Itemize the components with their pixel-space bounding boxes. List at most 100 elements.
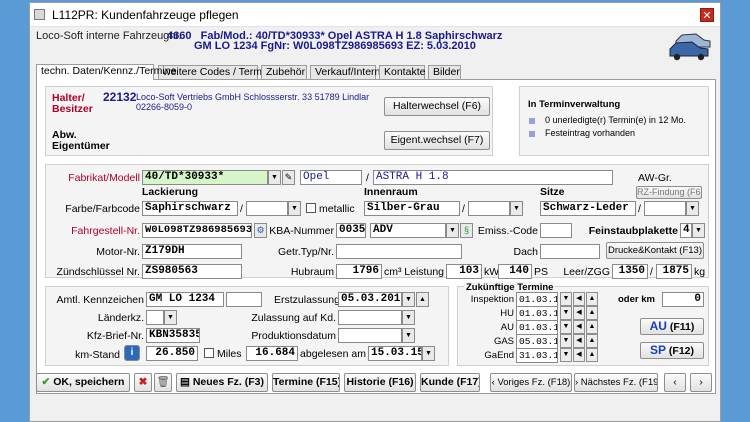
drucke-kontakt-button[interactable]: Drucke&Kontakt (F13) (606, 242, 704, 259)
erstzulassung-step-icon[interactable]: ▲ (416, 292, 429, 307)
kennzeichen-input[interactable]: GM LO 1234 (146, 292, 224, 307)
farbcode-input[interactable] (246, 201, 288, 216)
termin-date-hu[interactable]: 01.03.17 (516, 306, 558, 321)
termin-prev-icon[interactable]: ◀ (573, 320, 585, 334)
zul-kd-input[interactable] (338, 310, 402, 325)
owner-number[interactable]: 22132 (103, 90, 136, 104)
tab-bilder[interactable]: Bilder (428, 65, 461, 80)
sp-button[interactable]: SP (F12) (640, 342, 704, 359)
termin-up-icon[interactable]: ▲ (586, 306, 598, 320)
feinstaub-dropdown[interactable]: ▼ (692, 223, 705, 238)
miles-checkbox[interactable] (204, 348, 214, 358)
zuend-input[interactable]: ZS980563 (142, 264, 242, 279)
tab-zubehoer[interactable]: Zubehör (261, 65, 307, 80)
kba-input-1[interactable]: 0035 (336, 223, 366, 238)
tab-kontakte[interactable]: Kontakte (379, 65, 425, 80)
termin-prev-icon[interactable]: ◀ (573, 334, 585, 348)
termin-down-icon[interactable]: ▼ (560, 292, 572, 306)
sitze-dropdown[interactable]: ▼ (686, 201, 699, 216)
edit-icon[interactable]: ✎ (282, 170, 295, 185)
erstzulassung-input[interactable]: 05.03.2010 (338, 292, 402, 307)
leer-input[interactable]: 1350 (612, 264, 648, 279)
slash-separator: / (240, 203, 243, 215)
leistung-ps-input[interactable]: 140 (498, 264, 532, 279)
au-button[interactable]: AU (F11) (640, 318, 704, 335)
termin-down-icon[interactable]: ▼ (560, 348, 572, 362)
termin-date-inspektion[interactable]: 01.03.17 (516, 292, 558, 307)
innenraum-code-input[interactable] (468, 201, 510, 216)
fabrikat-input[interactable]: 40/TD*30933* (142, 170, 268, 185)
termin-up-icon[interactable]: ▲ (586, 292, 598, 306)
laenderkz-input[interactable] (146, 310, 164, 325)
abgelesen-dropdown[interactable]: ▼ (422, 346, 435, 361)
fahrgestell-input[interactable]: W0L098TZ986985693 (142, 223, 252, 238)
eigentwechsel-button[interactable]: Eigent.wechsel (F7) (384, 131, 490, 150)
model-input[interactable]: ASTRA H 1.8 (373, 170, 613, 185)
termin-prev-icon[interactable]: ◀ (573, 306, 585, 320)
abgelesen-input[interactable]: 15.03.15 (368, 346, 422, 361)
kunde-button[interactable]: Kunde (F17) (420, 373, 480, 392)
laenderkz-dropdown[interactable]: ▼ (164, 310, 177, 325)
termin-down-icon[interactable]: ▼ (560, 334, 572, 348)
zuend-label: Zündschlüssel Nr. (56, 266, 140, 278)
kba-dropdown[interactable]: ▼ (446, 223, 459, 238)
prev-arrow-button[interactable]: ‹ (664, 373, 686, 392)
farbe-input[interactable]: Saphirschwarz (142, 201, 238, 216)
next-arrow-button[interactable]: › (690, 373, 712, 392)
produktion-input[interactable] (338, 328, 402, 343)
innenraum-input[interactable]: Silber-Grau (364, 201, 460, 216)
rz-findung-button[interactable]: RZ-Findung (F6) (636, 186, 702, 199)
motor-input[interactable]: Z179DH (142, 244, 242, 259)
tab-techn-daten[interactable]: techn. Daten/Kennz./Termine (36, 64, 176, 80)
termin-date-gas[interactable]: 05.03.11 (516, 334, 558, 349)
make-input[interactable]: Opel (300, 170, 362, 185)
metallic-checkbox[interactable] (306, 203, 316, 213)
kennzeichen-extra-input[interactable] (226, 292, 262, 307)
oder-km-input[interactable]: 0 (662, 292, 704, 307)
ok-save-button[interactable]: ✔ OK, speichern (36, 373, 130, 392)
erstzulassung-dropdown[interactable]: ▼ (402, 292, 415, 307)
zgg-input[interactable]: 1875 (656, 264, 692, 279)
kfzbrief-input[interactable]: KBN35835 (146, 328, 200, 343)
miles-input[interactable]: 16.684 (246, 346, 298, 361)
termin-down-icon[interactable]: ▼ (560, 320, 572, 334)
fabrikat-dropdown[interactable]: ▼ (268, 170, 281, 185)
termin-up-icon[interactable]: ▲ (586, 320, 598, 334)
kba-input-2[interactable]: ADV (370, 223, 446, 238)
kba-lookup-icon[interactable]: § (460, 223, 473, 238)
sitze-input[interactable]: Schwarz-Leder (540, 201, 636, 216)
dach-input[interactable] (540, 244, 600, 259)
info-icon[interactable]: i (124, 345, 140, 361)
termin-label-gas: GAS (493, 336, 514, 347)
farbcode-dropdown[interactable]: ▼ (288, 201, 301, 216)
emiss-input[interactable] (540, 223, 572, 238)
zul-kd-dropdown[interactable]: ▼ (402, 310, 415, 325)
termin-date-gaend[interactable]: 31.03.12 (516, 348, 558, 363)
feinstaub-input[interactable]: 4 (680, 223, 692, 238)
neues-fz-button[interactable]: ▤ Neues Fz. (F3) (176, 373, 268, 392)
sitze-code-input[interactable] (644, 201, 686, 216)
innenraum-dropdown[interactable]: ▼ (510, 201, 523, 216)
termin-label-inspektion: Inspektion (470, 294, 514, 305)
cancel-icon: ✖ (138, 376, 148, 388)
kmstand-input[interactable]: 26.850 (146, 346, 198, 361)
termine-button[interactable]: Termine (F15) (272, 373, 340, 392)
leistung-kw-input[interactable]: 103 (446, 264, 482, 279)
halterwechsel-button[interactable]: Halterwechsel (F6) (384, 97, 490, 116)
close-button[interactable]: ✕ (700, 8, 714, 22)
termin-down-icon[interactable]: ▼ (560, 306, 572, 320)
naechstes-fz-button[interactable]: › Nächstes Fz. (F19) (574, 373, 658, 392)
cancel-x-button[interactable]: ✖ (134, 373, 152, 392)
produktion-dropdown[interactable]: ▼ (402, 328, 415, 343)
delete-button[interactable]: 🗑 (154, 373, 172, 392)
historie-button[interactable]: Historie (F16) (344, 373, 416, 392)
termin-date-au[interactable]: 01.03.17 (516, 320, 558, 335)
tab-verkauf-interna[interactable]: Verkauf/Interna (310, 65, 386, 80)
termin-prev-icon[interactable]: ◀ (573, 348, 585, 362)
termin-up-icon[interactable]: ▲ (586, 348, 598, 362)
hubraum-input[interactable]: 1796 (336, 264, 382, 279)
voriges-fz-button[interactable]: ‹ Voriges Fz. (F18) (490, 373, 572, 392)
getr-input[interactable] (336, 244, 462, 259)
termin-prev-icon[interactable]: ◀ (573, 292, 585, 306)
termin-up-icon[interactable]: ▲ (586, 334, 598, 348)
